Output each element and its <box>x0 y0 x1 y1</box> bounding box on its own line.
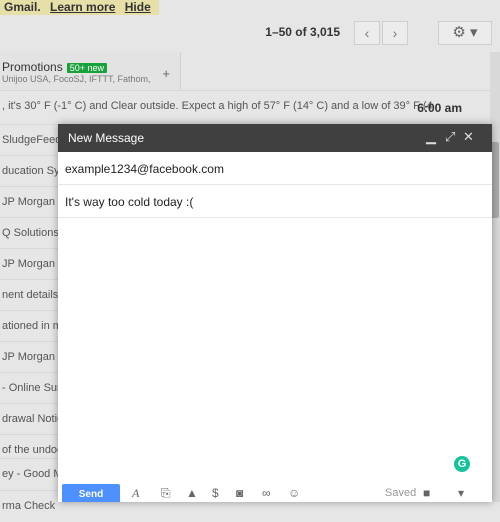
saved-status: Saved <box>385 487 417 499</box>
email-snippet: SludgeFeed, <box>2 134 65 146</box>
email-time: 6:00 am <box>417 101 462 115</box>
email-snippet: , it's 30° F (-1° C) and Clear outside. … <box>2 100 433 112</box>
expand-icon[interactable]: ⤢ <box>445 130 455 144</box>
tab-promotions[interactable]: Promotions 50+ new Unijoo USA, FocoSJ, IF… <box>0 52 181 90</box>
compose-window: New Message ▁ ⤢ ✕ example1234@facebook.c… <box>58 124 492 502</box>
minimize-icon[interactable]: ▁ <box>426 130 436 144</box>
close-icon[interactable]: ✕ <box>463 130 474 144</box>
email-snippet: JP Morgan C <box>2 258 66 270</box>
gear-icon: ⚙ <box>452 24 466 41</box>
learn-more-link[interactable]: Learn more <box>50 0 115 14</box>
email-snippet: - Online Sur <box>2 382 61 394</box>
email-snippet: ducation Sys <box>2 165 65 177</box>
link-icon[interactable]: ∞ <box>262 486 271 500</box>
attach-icon[interactable]: ⎘ <box>161 486 171 501</box>
email-snippet: JP Morgan C <box>2 196 66 208</box>
new-badge: 50+ new <box>66 63 107 73</box>
emoji-icon[interactable]: ☺ <box>288 486 300 500</box>
email-snippet: JP Morgan C <box>2 351 66 363</box>
compose-title: New Message <box>68 131 145 145</box>
send-button[interactable]: Send <box>62 484 120 502</box>
trash-icon[interactable]: ■ <box>423 486 430 500</box>
add-tab-icon[interactable]: + <box>162 66 170 81</box>
grammarly-icon[interactable]: G <box>454 456 470 472</box>
scrollbar-thumb[interactable] <box>491 142 499 218</box>
more-options-icon[interactable]: ▾ <box>458 486 464 500</box>
chevron-left-icon: ‹ <box>364 25 370 41</box>
notice-brand: Gmail. <box>4 0 41 14</box>
message-body[interactable] <box>58 219 492 479</box>
pager-count: 1–50 of 3,015 <box>265 25 340 39</box>
settings-button[interactable]: ⚙ ▾ <box>438 21 492 45</box>
camera-icon[interactable]: ◙ <box>236 486 243 500</box>
tab-senders: Unijoo USA, FocoSJ, IFTTT, Fathom, <box>2 74 151 84</box>
tab-title: Promotions <box>2 60 63 74</box>
notice-bar: Gmail. Learn more Hide <box>0 0 500 15</box>
toolbar: 1–50 of 3,015 ‹ › ⚙ ▾ <box>0 16 500 50</box>
notice: Gmail. Learn more Hide <box>0 0 159 15</box>
compose-header[interactable]: New Message ▁ ⤢ ✕ <box>58 124 492 152</box>
email-snippet: ey - Good M <box>2 468 63 480</box>
chevron-right-icon: › <box>392 25 398 41</box>
hide-link[interactable]: Hide <box>125 0 151 14</box>
compose-footer: Send A ⎘ ▲ $ ◙ ∞ ☺ Saved ■ ▾ <box>58 480 492 502</box>
to-field[interactable]: example1234@facebook.com <box>58 152 492 185</box>
subject-field[interactable]: It's way too cold today :( <box>58 185 492 218</box>
next-page-button[interactable]: › <box>382 21 408 45</box>
email-snippet: nent details. <box>2 289 62 301</box>
drive-icon[interactable]: ▲ <box>186 486 198 500</box>
subject-value: It's way too cold today :( <box>65 195 194 209</box>
dollar-icon[interactable]: $ <box>212 486 219 500</box>
formatting-icon[interactable]: A <box>132 486 139 501</box>
to-value: example1234@facebook.com <box>65 162 224 176</box>
prev-page-button[interactable]: ‹ <box>354 21 380 45</box>
